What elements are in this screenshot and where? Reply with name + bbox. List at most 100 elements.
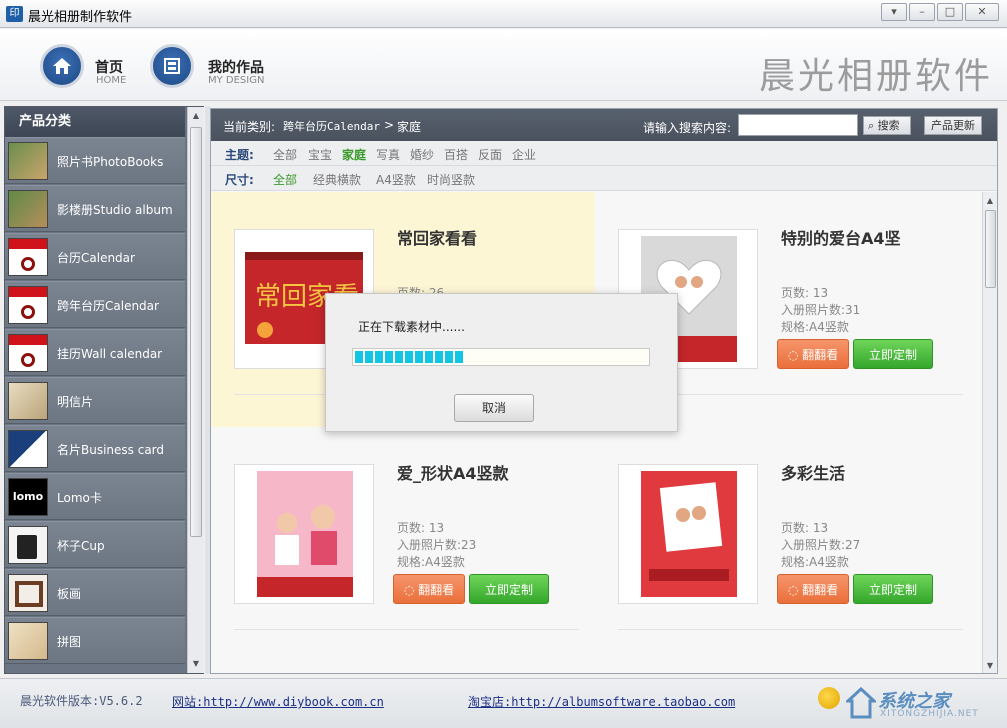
preview-button[interactable]: ◌ 翻翻看 bbox=[777, 574, 849, 604]
scroll-down-icon[interactable]: ▼ bbox=[190, 657, 202, 671]
product-thumbnail[interactable] bbox=[618, 464, 758, 604]
taobao-shop-link[interactable]: 淘宝店:http://albumsoftware.taobao.com bbox=[468, 693, 735, 710]
preview-icon: ◌ bbox=[787, 583, 799, 597]
search-button[interactable]: ⌕ 搜索 bbox=[863, 116, 911, 135]
size-option-all[interactable]: 全部 bbox=[273, 171, 297, 188]
version-label: 晨光软件版本:V5.6.2 bbox=[20, 694, 143, 708]
sidebar-item-board-painting[interactable]: 板画 bbox=[5, 569, 185, 616]
header: 首页 HOME 我的作品 MY DESIGN 晨光相册软件 bbox=[0, 29, 1007, 101]
photobook-icon bbox=[8, 142, 48, 180]
theme-filter: 主题: 全部 宝宝 家庭 写真 婚纱 百搭 反面 企业 bbox=[211, 141, 997, 166]
theme-filter-title: 主题: bbox=[225, 148, 254, 162]
sidebar-item-lomo-card[interactable]: lomo Lomo卡 bbox=[5, 473, 185, 520]
close-button[interactable]: ✕ bbox=[965, 3, 999, 21]
nav-home-label[interactable]: 首页 bbox=[95, 57, 123, 77]
theme-option-enterprise[interactable]: 企业 bbox=[512, 146, 536, 163]
theme-option-all[interactable]: 全部 bbox=[273, 146, 297, 163]
product-scrollbar[interactable]: ▲ ▼ bbox=[982, 192, 997, 673]
product-card[interactable]: 多彩生活 页数: 13 入册照片数:27 规格:A4竖款 ◌ 翻翻看 立即定制 bbox=[595, 427, 979, 662]
search-label: 请输入搜索内容: bbox=[643, 121, 732, 135]
sidebar-item-cup[interactable]: 杯子Cup bbox=[5, 521, 185, 568]
product-divider bbox=[618, 629, 963, 630]
nav-my-works-sublabel[interactable]: MY DESIGN bbox=[208, 75, 264, 86]
postcard-icon bbox=[8, 382, 48, 420]
sidebar-item-label: Lomo卡 bbox=[57, 491, 102, 505]
theme-option-wedding[interactable]: 婚纱 bbox=[410, 146, 434, 163]
theme-option-family[interactable]: 家庭 bbox=[342, 146, 366, 163]
product-card[interactable]: 爱_形状A4竖款 页数: 13 入册照片数:23 规格:A4竖款 ◌ 翻翻看 立… bbox=[211, 427, 595, 662]
product-thumbnail[interactable] bbox=[234, 464, 374, 604]
cup-icon bbox=[8, 526, 48, 564]
qq-icon[interactable] bbox=[818, 687, 840, 709]
theme-option-portrait[interactable]: 写真 bbox=[376, 146, 400, 163]
search-input[interactable] bbox=[738, 114, 858, 136]
studio-album-icon bbox=[8, 190, 48, 228]
search-icon: ⌕ bbox=[868, 119, 875, 132]
preview-button-label: 翻翻看 bbox=[418, 583, 455, 597]
theme-option-baby[interactable]: 宝宝 bbox=[308, 146, 332, 163]
sidebar-item-desk-calendar[interactable]: 台历Calendar bbox=[5, 233, 185, 280]
sidebar-item-label: 影楼册Studio album bbox=[57, 203, 173, 217]
sidebar-item-label: 照片书PhotoBooks bbox=[57, 155, 164, 169]
watermark-logo: 系统之家 XITONGZHIJIA.NET bbox=[846, 685, 1004, 725]
window-menu-button[interactable]: ▾ bbox=[881, 3, 907, 21]
scroll-up-icon[interactable]: ▲ bbox=[190, 109, 202, 123]
home-icon[interactable] bbox=[40, 44, 84, 88]
website-link[interactable]: 网站:http://www.diybook.com.cn bbox=[172, 693, 384, 710]
nav-home-sublabel[interactable]: HOME bbox=[96, 75, 126, 86]
theme-option-universal[interactable]: 百搭 bbox=[444, 146, 468, 163]
preview-icon: ◌ bbox=[403, 583, 415, 597]
size-option-a4-portrait[interactable]: A4竖款 bbox=[376, 171, 416, 188]
preview-button[interactable]: ◌ 翻翻看 bbox=[777, 339, 849, 369]
product-name: 特别的爱台A4坚 bbox=[781, 229, 901, 248]
sidebar-scrollbar[interactable]: ▲ ▼ bbox=[187, 107, 204, 673]
nav-my-works-label[interactable]: 我的作品 bbox=[208, 57, 264, 77]
size-option-classic-landscape[interactable]: 经典横款 bbox=[313, 171, 361, 188]
download-progress-bar bbox=[352, 348, 650, 366]
puzzle-icon bbox=[8, 622, 48, 660]
download-dialog: 正在下载素材中...... 取消 bbox=[325, 293, 678, 432]
preview-button-label: 翻翻看 bbox=[802, 583, 839, 597]
customize-button[interactable]: 立即定制 bbox=[469, 574, 549, 604]
sidebar-item-postcard[interactable]: 明信片 bbox=[5, 377, 185, 424]
product-update-button[interactable]: 产品更新 bbox=[924, 116, 982, 135]
download-progress-fill bbox=[355, 351, 463, 363]
cancel-button[interactable]: 取消 bbox=[454, 394, 534, 422]
cross-year-calendar-icon bbox=[8, 286, 48, 324]
my-works-icon[interactable] bbox=[150, 44, 194, 88]
sidebar-item-label: 板画 bbox=[57, 587, 82, 601]
category-bar: 当前类别: 跨年台历Calendar > 家庭 请输入搜索内容: ⌕ 搜索 产品… bbox=[211, 109, 997, 141]
breadcrumb-category[interactable]: 跨年台历Calendar bbox=[283, 118, 380, 134]
size-filter-title: 尺寸: bbox=[225, 173, 254, 187]
sidebar-item-label: 台历Calendar bbox=[57, 251, 135, 265]
sidebar-item-photobooks[interactable]: 照片书PhotoBooks bbox=[5, 137, 185, 184]
category-sidebar: 产品分类 照片书PhotoBooks 影楼册Studio album 台历Cal… bbox=[4, 106, 204, 674]
size-option-fashion-portrait[interactable]: 时尚竖款 bbox=[427, 171, 475, 188]
breadcrumb-separator: > bbox=[384, 118, 395, 132]
preview-button[interactable]: ◌ 翻翻看 bbox=[393, 574, 465, 604]
customize-button[interactable]: 立即定制 bbox=[853, 574, 933, 604]
product-scroll-thumb[interactable] bbox=[985, 210, 996, 288]
product-photo-count: 入册照片数:31 bbox=[781, 303, 861, 317]
breadcrumb-prefix: 当前类别: bbox=[223, 120, 276, 134]
sidebar-item-puzzle[interactable]: 拼图 bbox=[5, 617, 185, 664]
sidebar-item-studio-album[interactable]: 影楼册Studio album bbox=[5, 185, 185, 232]
scroll-up-icon[interactable]: ▲ bbox=[984, 194, 996, 208]
wall-calendar-icon bbox=[8, 334, 48, 372]
maximize-button[interactable]: □ bbox=[937, 3, 963, 21]
sidebar-scroll-thumb[interactable] bbox=[190, 127, 202, 537]
product-spec: 规格:A4竖款 bbox=[781, 555, 849, 569]
sidebar-item-cross-year-calendar[interactable]: 跨年台历Calendar bbox=[5, 281, 185, 328]
minimize-button[interactable]: – bbox=[909, 3, 935, 21]
sidebar-item-label: 明信片 bbox=[57, 395, 94, 409]
customize-button[interactable]: 立即定制 bbox=[853, 339, 933, 369]
sidebar-item-label: 拼图 bbox=[57, 635, 82, 649]
sidebar-item-business-card[interactable]: 名片Business card bbox=[5, 425, 185, 472]
app-icon: 印 bbox=[6, 6, 23, 22]
theme-option-back[interactable]: 反面 bbox=[478, 146, 502, 163]
sidebar-item-label: 杯子Cup bbox=[57, 539, 105, 553]
scroll-down-icon[interactable]: ▼ bbox=[984, 659, 996, 673]
product-spec: 规格:A4竖款 bbox=[397, 555, 465, 569]
breadcrumb-subcategory: 家庭 bbox=[397, 120, 422, 134]
sidebar-item-wall-calendar[interactable]: 挂历Wall calendar bbox=[5, 329, 185, 376]
